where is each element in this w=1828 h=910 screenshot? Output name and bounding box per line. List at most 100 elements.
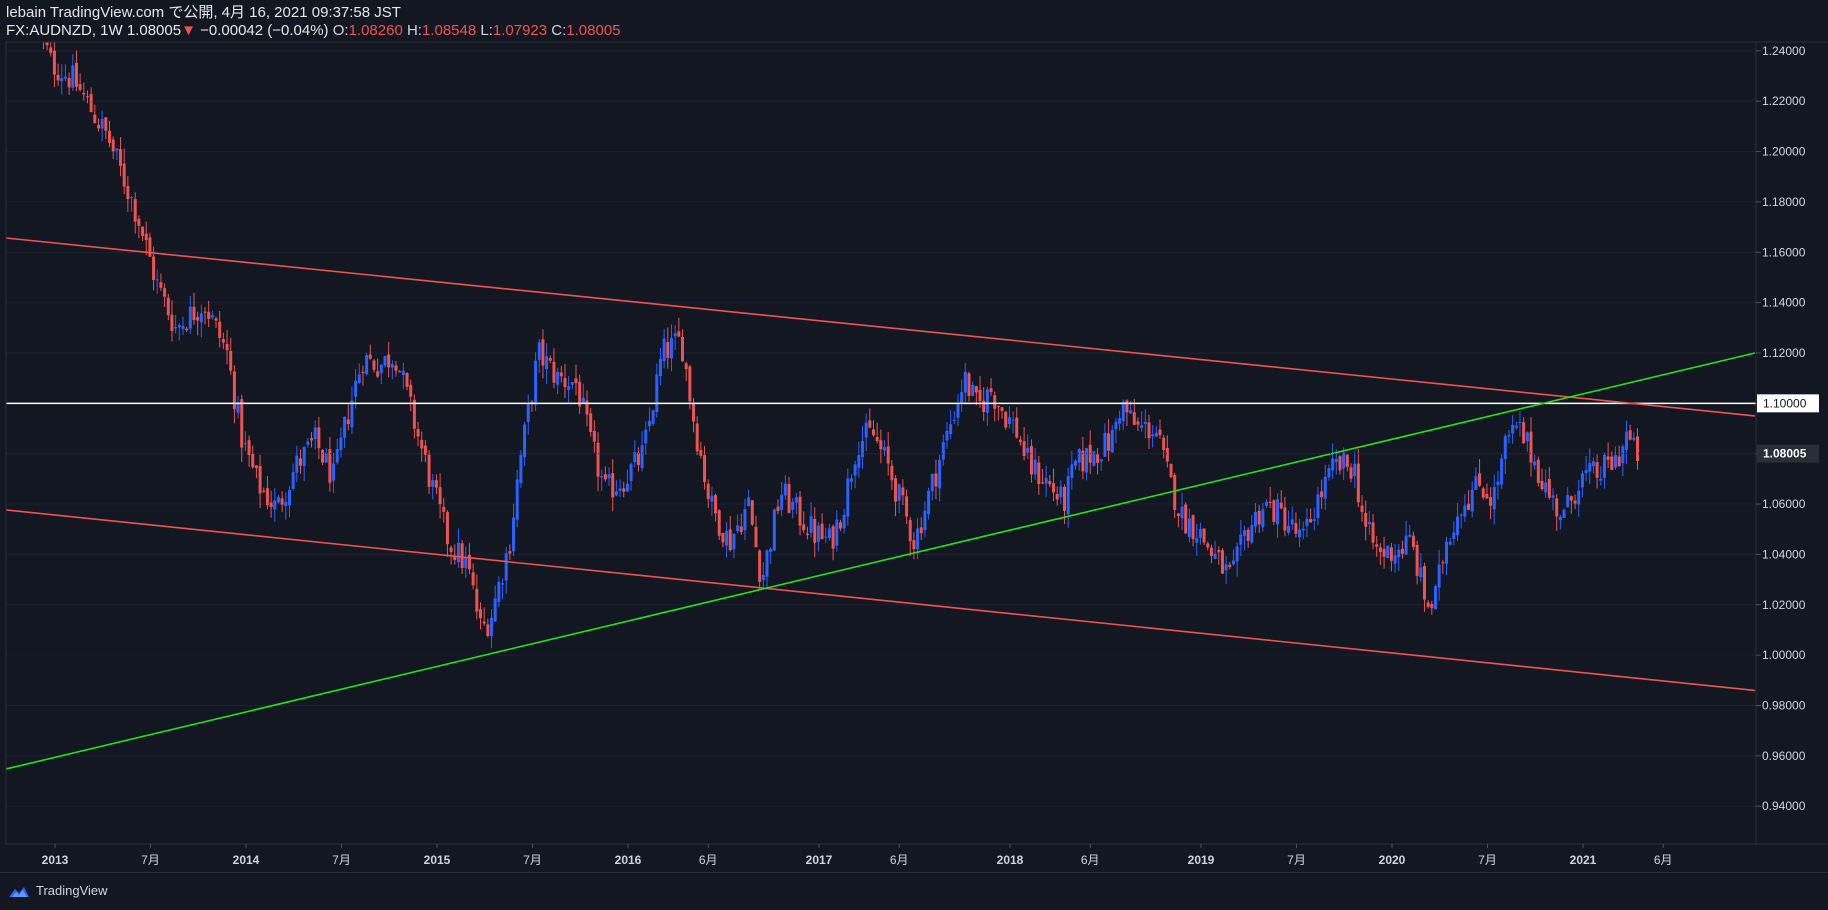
candle-body [188, 306, 192, 329]
candle-body [923, 510, 927, 531]
candle-body [982, 400, 986, 413]
candle-body [1004, 411, 1008, 428]
candle-body [280, 498, 284, 505]
candle-body [545, 356, 549, 370]
candle-body [71, 65, 75, 88]
candle-body [1345, 454, 1349, 467]
candle-body [1580, 473, 1584, 488]
candle-body [1371, 522, 1375, 543]
candle-body [530, 401, 534, 403]
y-tick-label: 1.00000 [1762, 648, 1806, 662]
candle-body [603, 474, 607, 480]
x-tick-label: 2020 [1379, 853, 1406, 867]
candle-body [776, 506, 780, 512]
candle-body [1353, 463, 1357, 477]
candle-body [1408, 534, 1412, 537]
candle-body [1110, 429, 1114, 453]
candle-body [559, 372, 563, 377]
candle-body [1547, 479, 1551, 498]
candle-body [684, 363, 688, 370]
candle-body [1239, 534, 1243, 545]
candle-body [791, 501, 795, 510]
candle-body [1151, 434, 1155, 437]
candle-body [1522, 422, 1526, 444]
x-tick-label: 6月 [699, 853, 718, 867]
candle-body [1356, 463, 1360, 503]
candle-body [445, 512, 449, 545]
candle-body [1074, 460, 1078, 466]
tradingview-logo-icon [9, 886, 29, 897]
candle-body [1312, 519, 1316, 521]
candle-body [1555, 498, 1559, 517]
candle-body [1040, 482, 1044, 484]
candle-body [390, 363, 394, 368]
candle-body [743, 509, 747, 531]
candle-body [1305, 518, 1309, 526]
candle-body [1430, 603, 1434, 609]
tradingview-brand[interactable]: TradingView [8, 883, 108, 898]
candle-body [978, 389, 982, 402]
candle-body [1316, 494, 1320, 519]
candle-body [1511, 424, 1515, 434]
candle-body [1217, 550, 1221, 553]
candle-body [317, 427, 321, 449]
candle-body [254, 465, 258, 469]
candle-body [581, 397, 585, 403]
candle-body [1536, 459, 1540, 484]
candle-body [412, 399, 416, 429]
candle-body [104, 117, 108, 131]
candle-body [93, 114, 97, 124]
candle-body [409, 384, 413, 397]
candle-body [1125, 400, 1129, 413]
last-price: 1.08005 [126, 22, 182, 39]
y-tick-label: 0.98000 [1762, 699, 1806, 713]
candle-body [1378, 547, 1382, 552]
candle-body [1070, 464, 1074, 478]
candlestick-bar [1433, 584, 1437, 610]
candle-body [1191, 515, 1195, 540]
candle-body [89, 93, 93, 112]
candle-body [765, 550, 769, 577]
candle-body [750, 500, 754, 525]
candle-body [497, 581, 501, 602]
candle-body [894, 478, 898, 502]
candle-body [1184, 504, 1188, 534]
candle-body [761, 574, 765, 581]
candle-body [853, 464, 857, 476]
x-tick-label: 2014 [233, 853, 260, 867]
candle-body [170, 314, 174, 331]
candle-body [1224, 564, 1228, 571]
candle-body [658, 358, 662, 377]
candlestick-bar [772, 508, 776, 551]
candle-body [221, 339, 225, 343]
chart-canvas[interactable]: 1.24000 1.22000 1.20000 1.18000 1.16000 1.140… [0, 0, 1828, 872]
candle-body [651, 410, 655, 424]
candle-body [912, 540, 916, 550]
candle-body [1209, 547, 1213, 556]
candlestick-bar [534, 352, 538, 412]
candle-body [122, 163, 126, 187]
candle-body [155, 279, 159, 281]
candle-body [1400, 548, 1404, 554]
candle-body [574, 378, 578, 384]
candle-body [758, 550, 762, 582]
candle-body [434, 480, 438, 488]
candle-body [905, 496, 909, 517]
candlestick-bar [1169, 463, 1173, 478]
brand-label: TradingView [36, 883, 108, 898]
candle-body [438, 487, 442, 505]
chart-header: lebain TradingView.com で公開, 4月 16, 2021 … [6, 4, 621, 40]
candle-body [119, 149, 123, 166]
candle-body [879, 440, 883, 450]
candle-body [1456, 516, 1460, 536]
candle-body [269, 502, 273, 508]
candle-body [243, 443, 247, 445]
candle-body [1367, 521, 1371, 525]
candle-body [1489, 497, 1493, 506]
candle-body [949, 424, 953, 435]
candle-body [1558, 516, 1562, 521]
candlestick-bar [1536, 456, 1540, 487]
candle-body [368, 354, 372, 359]
candle-body [816, 525, 820, 542]
candlestick-bar [1386, 545, 1390, 559]
